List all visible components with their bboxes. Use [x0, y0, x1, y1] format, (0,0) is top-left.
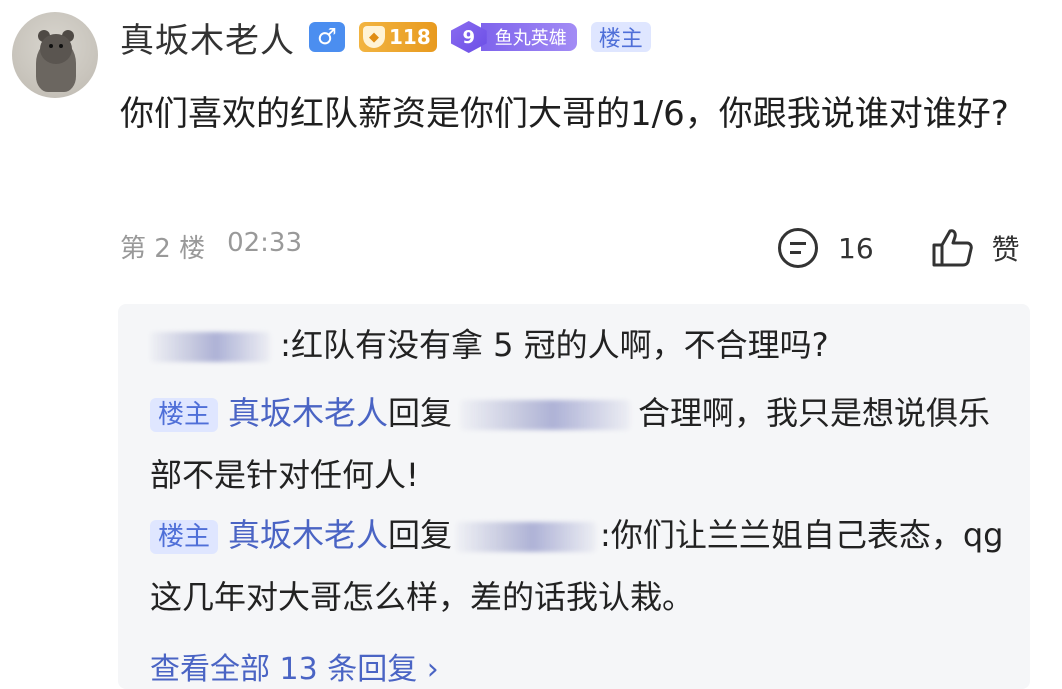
avatar[interactable] [12, 12, 98, 98]
like-label[interactable]: 赞 [992, 228, 1020, 268]
reply-text: :红队有没有拿 5 冠的人啊，不合理吗? [280, 326, 829, 364]
fan-badge[interactable]: 9 鱼丸英雄 [450, 21, 577, 53]
fan-badge-name: 鱼丸英雄 [480, 23, 577, 51]
thumbs-up-icon[interactable] [930, 228, 974, 268]
avatar-cat-eye [49, 44, 53, 48]
reply-verb: 回复 [388, 516, 453, 554]
view-all-replies-link[interactable]: 查看全部 13 条回复 › [150, 644, 439, 688]
reply-item[interactable]: 楼主 真坂木老人回复:你们让兰兰姐自己表态，qg这几年对大哥怎么样，差的话我认栽。 [150, 504, 1010, 628]
reply-username[interactable]: 真坂木老人 [228, 516, 388, 554]
avatar-cat-head [40, 34, 72, 64]
post-actions: 16 赞 [778, 228, 1020, 268]
username[interactable]: 真坂木老人 [120, 13, 295, 62]
floor-number: 第 2 楼 [120, 234, 206, 264]
post-time: 02:33 [227, 228, 303, 258]
blurred-username [460, 400, 631, 430]
level-badge[interactable]: ◆ 118 [359, 22, 437, 52]
post-header: 真坂木老人 ♂ ◆ 118 9 鱼丸英雄 楼主 [120, 13, 651, 62]
reply-item[interactable]: 楼主 真坂木老人回复 合理啊，我只是想说俱乐部不是针对任何人! [150, 382, 1010, 506]
blurred-username [150, 332, 270, 362]
shield-icon: ◆ [363, 26, 385, 48]
comment-icon[interactable] [778, 228, 818, 268]
male-icon: ♂ [309, 22, 345, 52]
post-content: 你们喜欢的红队薪资是你们大哥的1/6，你跟我说谁对谁好? [120, 94, 1009, 134]
level-value: 118 [389, 25, 431, 49]
reply-username[interactable]: 真坂木老人 [228, 394, 388, 432]
post-meta: 第 2 楼 02:33 [120, 228, 302, 265]
op-badge: 楼主 [590, 22, 651, 52]
avatar-cat-eye [59, 44, 63, 48]
reply-item[interactable]: :红队有没有拿 5 冠的人啊，不合理吗? [150, 314, 1010, 376]
blurred-username [456, 522, 597, 552]
comment-count[interactable]: 16 [838, 232, 874, 265]
reply-verb: 回复 [388, 394, 453, 432]
reply-list: :红队有没有拿 5 冠的人啊，不合理吗? 楼主 真坂木老人回复 合理啊，我只是想说俱… [118, 304, 1030, 689]
op-tag: 楼主 [150, 520, 219, 554]
op-tag: 楼主 [150, 398, 219, 432]
